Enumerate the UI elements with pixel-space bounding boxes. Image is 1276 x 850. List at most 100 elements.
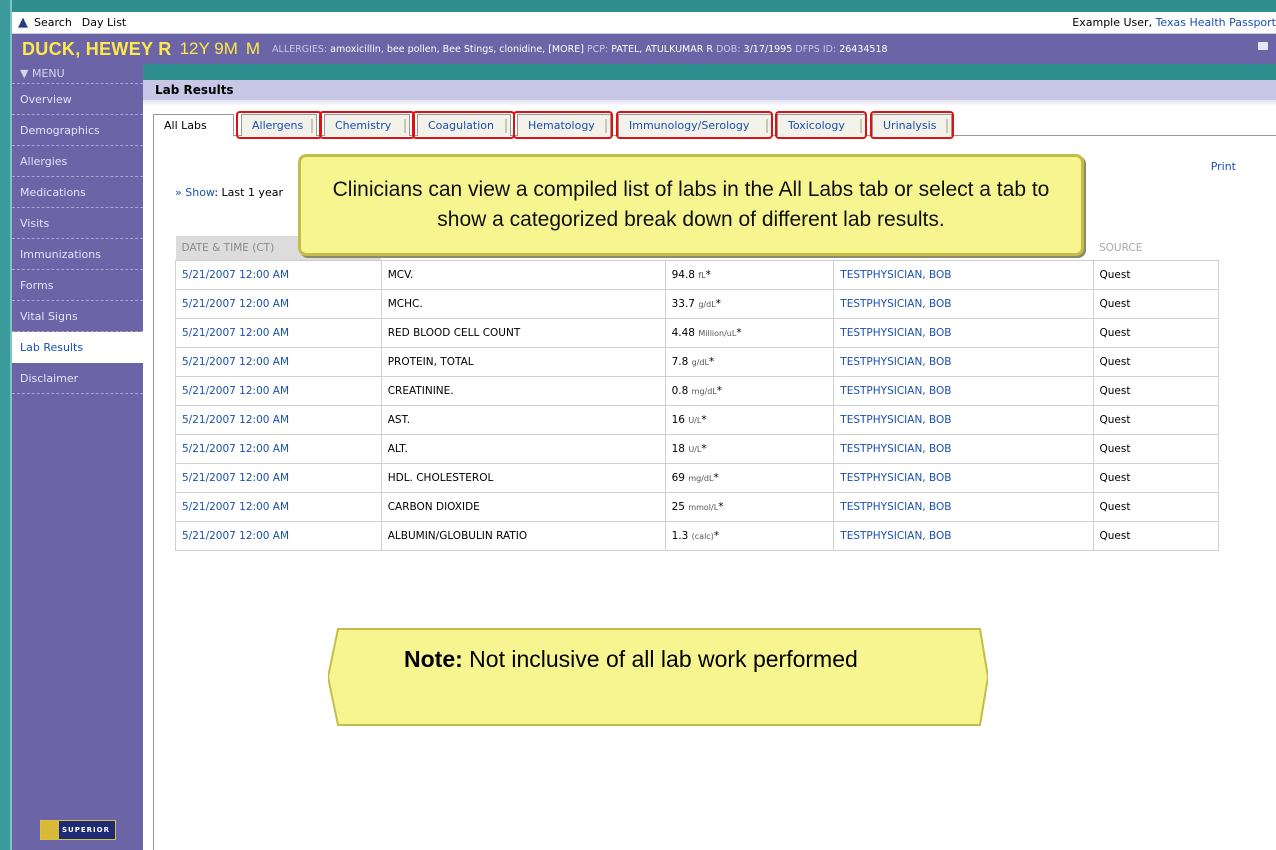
lab-unit: mg/dL	[688, 473, 714, 483]
dob-value: 3/17/1995	[743, 43, 793, 55]
lab-unit: U/L	[688, 415, 702, 425]
superior-logo: SUPERIOR	[40, 820, 116, 840]
lab-date-link[interactable]: 5/21/2007 12:00 AM	[175, 375, 382, 406]
lab-date-link[interactable]: 5/21/2007 12:00 AM	[175, 288, 382, 319]
sidebar-item-visits[interactable]: Visits	[12, 208, 143, 239]
lab-value: 1.3	[671, 529, 689, 542]
physician-link[interactable]: TESTPHYSICIAN, BOB	[833, 259, 1094, 290]
lab-unit: mmol/L	[688, 502, 719, 512]
dfps-label: DFPS ID:	[795, 43, 837, 55]
physician-link[interactable]: TESTPHYSICIAN, BOB	[833, 346, 1094, 377]
lab-item: AST.	[380, 404, 666, 435]
window-border	[0, 0, 12, 850]
sidebar-item-medications[interactable]: Medications	[12, 177, 143, 208]
table-row: 5/21/2007 12:00 AM RED BLOOD CELL COUNT 4.…	[175, 317, 1219, 348]
lab-date-link[interactable]: 5/21/2007 12:00 AM	[175, 259, 382, 290]
passport-link[interactable]: Texas Health Passport	[1156, 16, 1276, 29]
lab-results-table: DATE & TIME (CT)▾ ITEM ORDERING PHYSICIA…	[175, 236, 1219, 551]
lab-source: Quest	[1092, 346, 1219, 377]
sidebar-item-lab-results[interactable]: Lab Results	[12, 332, 143, 363]
sidebar-item-overview[interactable]: Overview	[12, 84, 143, 115]
lab-value: 0.8	[671, 384, 689, 397]
lab-value: 4.48	[671, 326, 695, 339]
lab-date-link[interactable]: 5/21/2007 12:00 AM	[175, 520, 382, 551]
lab-date-link[interactable]: 5/21/2007 12:00 AM	[175, 433, 382, 464]
physician-link[interactable]: TESTPHYSICIAN, BOB	[833, 462, 1094, 493]
physician-link[interactable]: TESTPHYSICIAN, BOB	[833, 317, 1094, 348]
highlight-allergens	[236, 111, 322, 139]
column-header-source[interactable]: SOURCE	[1093, 236, 1219, 261]
abnormal-asterisk: *	[705, 268, 711, 281]
abnormal-asterisk: *	[736, 326, 742, 339]
table-row: 5/21/2007 12:00 AM AST. 16 U/L* TESTPHYSICI…	[175, 404, 1219, 435]
lab-item: RED BLOOD CELL COUNT	[380, 317, 666, 348]
abnormal-asterisk: *	[715, 297, 721, 310]
printer-icon[interactable]	[1258, 42, 1268, 50]
highlight-immunology	[616, 111, 773, 139]
physician-link[interactable]: TESTPHYSICIAN, BOB	[833, 375, 1094, 406]
app-window: ▲ Search Day List Example User, Texas He…	[0, 0, 1276, 850]
lab-source: Quest	[1092, 317, 1219, 348]
lab-date-link[interactable]: 5/21/2007 12:00 AM	[175, 462, 382, 493]
table-row: 5/21/2007 12:00 AM CREATININE. 0.8 mg/dL* T…	[175, 375, 1219, 406]
lab-value-cell: 33.7 g/dL*	[664, 288, 835, 319]
table-row: 5/21/2007 12:00 AM HDL. CHOLESTEROL 69 mg/…	[175, 462, 1219, 493]
search-link[interactable]: Search	[34, 16, 72, 29]
lab-value-cell: 7.8 g/dL*	[664, 346, 835, 377]
lab-value-cell: 94.8 fL*	[664, 259, 835, 290]
lab-unit: g/dL	[691, 357, 709, 367]
abnormal-asterisk: *	[713, 529, 720, 542]
menu-header[interactable]: ▼ MENU	[12, 64, 143, 84]
lab-item: CARBON DIOXIDE	[380, 491, 666, 522]
physician-link[interactable]: TESTPHYSICIAN, BOB	[833, 520, 1094, 551]
sidebar-item-demographics[interactable]: Demographics	[12, 115, 143, 146]
table-row: 5/21/2007 12:00 AM CARBON DIOXIDE 25 mmol/…	[175, 491, 1219, 522]
date-filter[interactable]: » Show: Last 1 year	[175, 186, 283, 199]
show-label[interactable]: Show	[185, 186, 214, 199]
note-bold: Note:	[404, 646, 463, 672]
patient-banner: DUCK, HEWEY R 12Y 9M M ALLERGIES: amoxic…	[12, 34, 1276, 64]
lab-item: CREATININE.	[380, 375, 666, 406]
sidebar-item-disclaimer[interactable]: Disclaimer	[12, 363, 143, 394]
sidebar-menu: ▼ MENU Overview Demographics Allergies M…	[12, 67, 143, 850]
tab-all-labs[interactable]: All Labs	[153, 114, 234, 137]
sidebar-item-forms[interactable]: Forms	[12, 270, 143, 301]
sidebar-item-immunizations[interactable]: Immunizations	[12, 239, 143, 270]
lab-item: HDL. CHOLESTEROL	[380, 462, 666, 493]
highlight-urinalysis	[870, 111, 954, 139]
user-name: Example User,	[1072, 16, 1153, 29]
tabs-callout: Clinicians can view a compiled list of l…	[298, 154, 1084, 256]
physician-link[interactable]: TESTPHYSICIAN, BOB	[833, 433, 1094, 464]
lab-date-link[interactable]: 5/21/2007 12:00 AM	[175, 317, 382, 348]
sidebar-item-allergies[interactable]: Allergies	[12, 146, 143, 177]
lab-tabs: All Labs Allergens Chemistry Coagulation…	[153, 111, 1276, 139]
physician-link[interactable]: TESTPHYSICIAN, BOB	[833, 288, 1094, 319]
patient-details: ALLERGIES: amoxicillin, bee pollen, Bee …	[272, 44, 888, 55]
allergies-value[interactable]: amoxicillin, bee pollen, Bee Stings, clo…	[330, 44, 584, 55]
note-callout-shape	[328, 628, 988, 726]
dob-label: DOB:	[715, 43, 741, 55]
print-link[interactable]: Print	[1211, 160, 1236, 173]
lab-date-link[interactable]: 5/21/2007 12:00 AM	[175, 404, 382, 435]
lab-source: Quest	[1092, 491, 1219, 522]
lab-unit: U/L	[688, 444, 702, 454]
lab-source: Quest	[1092, 520, 1219, 551]
lab-unit: (calc)	[691, 531, 714, 541]
show-value: : Last 1 year	[214, 186, 283, 199]
abnormal-asterisk: *	[716, 384, 723, 397]
abnormal-asterisk: *	[701, 442, 707, 455]
dfps-value: 26434518	[839, 43, 888, 55]
lab-date-link[interactable]: 5/21/2007 12:00 AM	[175, 491, 382, 522]
physician-link[interactable]: TESTPHYSICIAN, BOB	[833, 404, 1094, 435]
highlight-toxicology	[775, 111, 867, 139]
table-row: 5/21/2007 12:00 AM MCHC. 33.7 g/dL* TESTPHY…	[175, 288, 1219, 319]
patient-age: 12Y 9M	[179, 39, 238, 58]
physician-link[interactable]: TESTPHYSICIAN, BOB	[833, 491, 1094, 522]
table-row: 5/21/2007 12:00 AM ALT. 18 U/L* TESTPHYSICI…	[175, 433, 1219, 464]
sidebar-item-vital-signs[interactable]: Vital Signs	[12, 301, 143, 332]
day-list-link[interactable]: Day List	[82, 16, 126, 29]
lab-date-link[interactable]: 5/21/2007 12:00 AM	[175, 346, 382, 377]
table-row: 5/21/2007 12:00 AM ALBUMIN/GLOBULIN RATIO…	[175, 520, 1219, 551]
lab-value: 69	[671, 471, 685, 484]
home-icon[interactable]: ▲	[12, 12, 34, 34]
